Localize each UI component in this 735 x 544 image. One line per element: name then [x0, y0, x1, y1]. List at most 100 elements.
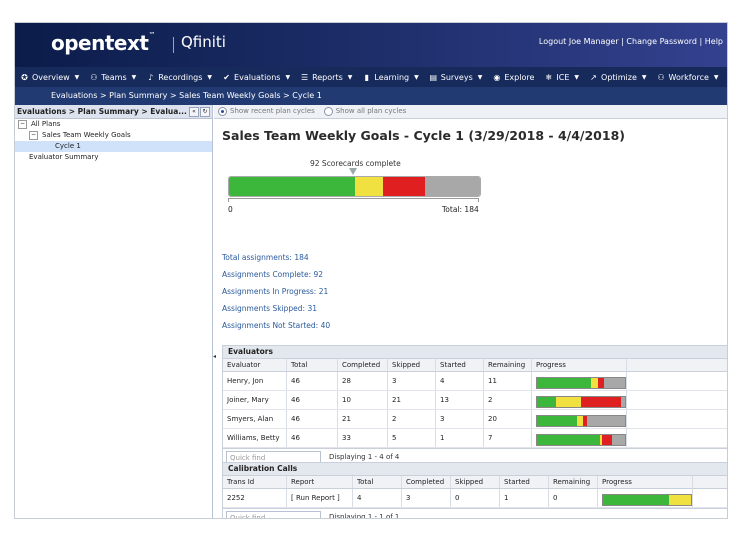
nav-workforce[interactable]: ⚇ Workforce ▼ — [652, 73, 724, 82]
main-content: Show recent plan cycles Show all plan cy… — [214, 105, 727, 518]
left-panel-header: Evaluations > Plan Summary > Evalua... «… — [15, 105, 212, 119]
progress-pointer-icon — [349, 168, 357, 175]
table-row[interactable]: Henry, Jon 46 28 3 4 11 — [223, 372, 727, 391]
nav-evaluations[interactable]: ✔ Evaluations ▼ — [217, 73, 295, 82]
compass-icon: ✪ — [21, 72, 28, 82]
col-report[interactable]: Report — [287, 476, 353, 488]
chat-icon: ▤ — [429, 72, 438, 82]
nav-ice[interactable]: ❄ ICE ▼ — [539, 73, 584, 82]
col-started[interactable]: Started — [436, 359, 484, 371]
tree-item-cycle-1[interactable]: Cycle 1 — [15, 141, 212, 152]
summary-segment-not-started — [425, 177, 480, 196]
show-recent-option[interactable]: Show recent plan cycles — [218, 106, 315, 116]
scorecards-complete-label: 92 Scorecards complete — [310, 159, 401, 168]
nav-surveys[interactable]: ▤ Surveys ▼ — [424, 73, 488, 82]
scale-total-label: Total: 184 — [442, 205, 479, 214]
table-row[interactable]: Joiner, Mary 46 10 21 13 2 — [223, 391, 727, 410]
progress-segment-completed — [537, 377, 591, 388]
collapse-toggle-icon[interactable]: − — [29, 130, 38, 140]
ice-icon: ❄ — [545, 72, 553, 82]
progress-segment-started — [590, 377, 599, 388]
tree-item-all-plans[interactable]: − All Plans — [15, 119, 212, 130]
nav-optimize[interactable]: ↗ Optimize ▼ — [584, 73, 652, 82]
nav-recordings[interactable]: ♪ Recordings ▼ — [141, 73, 217, 82]
col-remaining[interactable]: Remaining — [549, 476, 598, 488]
col-started[interactable]: Started — [500, 476, 549, 488]
summary-progress-bar — [228, 176, 481, 197]
top-links: Logout Joe Manager | Change Password | H… — [538, 37, 723, 46]
col-trans-id[interactable]: Trans Id — [223, 476, 287, 488]
table-row[interactable]: Smyers, Alan 46 21 2 3 20 — [223, 410, 727, 429]
main-nav: ✪ Overview ▼ ⚇ Teams ▼ ♪ Recordings ▼ ✔ Evaluat… — [15, 67, 727, 87]
row-progress-bar — [602, 493, 692, 506]
progress-segment-completed — [603, 494, 669, 505]
progress-segment-completed — [537, 434, 601, 445]
nav-reports[interactable]: ☰ Reports ▼ — [295, 73, 357, 82]
nav-teams[interactable]: ⚇ Teams ▼ — [84, 73, 141, 82]
book-icon: ▮ — [364, 72, 370, 82]
microphone-icon: ♪ — [148, 72, 154, 82]
col-evaluator[interactable]: Evaluator — [223, 359, 287, 371]
nav-learning[interactable]: ▮ Learning ▼ — [357, 73, 423, 82]
nav-overview[interactable]: ✪ Overview ▼ — [15, 73, 84, 82]
evaluators-header-row: Evaluator Total Completed Skipped Starte… — [223, 359, 727, 372]
change-password-link[interactable]: Change Password — [626, 37, 697, 46]
plan-tree: − All Plans − Sales Team Weekly Goals Cycl… — [15, 119, 212, 163]
people-icon: ⚇ — [90, 72, 98, 82]
scale-tick-start — [228, 198, 229, 202]
stat-assignments-in-progress[interactable]: Assignments In Progress: 21 — [222, 287, 330, 304]
progress-segment-started — [669, 494, 691, 505]
summary-segment-skipped — [383, 177, 426, 196]
progress-segment-started — [556, 396, 581, 407]
col-skipped[interactable]: Skipped — [388, 359, 436, 371]
opentext-logo: opentext™ — [51, 31, 155, 55]
col-total[interactable]: Total — [287, 359, 338, 371]
col-remaining[interactable]: Remaining — [484, 359, 532, 371]
stat-assignments-complete[interactable]: Assignments Complete: 92 — [222, 270, 330, 287]
progress-segment-completed — [537, 396, 557, 407]
col-progress[interactable]: Progress — [598, 476, 693, 488]
quick-find-input[interactable]: Quick find — [226, 511, 321, 518]
collapse-toggle-icon[interactable]: − — [18, 119, 27, 129]
stat-assignments-skipped[interactable]: Assignments Skipped: 31 — [222, 304, 330, 321]
nav-explore[interactable]: ◉ Explore — [487, 73, 539, 82]
breadcrumb: Evaluations > Plan Summary > Sales Team … — [15, 87, 727, 105]
evaluators-rows: Henry, Jon 46 28 3 4 11 Joiner, Mary 46 … — [223, 372, 727, 448]
scale-tick-end — [478, 198, 479, 202]
product-name: Qfiniti — [181, 33, 226, 51]
explore-icon: ◉ — [493, 72, 501, 82]
col-completed[interactable]: Completed — [338, 359, 388, 371]
row-progress-bar — [536, 376, 626, 389]
stat-assignments-not-started[interactable]: Assignments Not Started: 40 — [222, 321, 330, 338]
cycle-options: Show recent plan cycles Show all plan cy… — [214, 105, 727, 119]
checkmark-icon: ✔ — [223, 72, 230, 82]
calibration-header-row: Trans Id Report Total Completed Skipped … — [223, 476, 727, 489]
scale-zero-label: 0 — [228, 205, 233, 214]
show-all-option[interactable]: Show all plan cycles — [323, 106, 406, 116]
col-skipped[interactable]: Skipped — [451, 476, 500, 488]
table-row[interactable]: Williams, Betty 46 33 5 1 7 — [223, 429, 727, 448]
radio-selected-icon[interactable] — [218, 106, 227, 116]
help-link[interactable]: Help — [705, 37, 723, 46]
table-row[interactable]: 2252 [ Run Report ] 4 3 0 1 0 — [223, 489, 727, 508]
stat-total-assignments[interactable]: Total assignments: 184 — [222, 253, 330, 270]
progress-segment-skipped — [580, 396, 622, 407]
col-total[interactable]: Total — [353, 476, 402, 488]
tree-item-evaluator-summary[interactable]: Evaluator Summary — [15, 152, 212, 163]
scale-line — [228, 198, 479, 199]
logo-separator — [173, 37, 174, 53]
col-completed[interactable]: Completed — [402, 476, 451, 488]
paging-info: Displaying 1 - 1 of 1 — [329, 513, 400, 519]
logout-link[interactable]: Logout Joe Manager — [539, 37, 619, 46]
summary-segment-in-progress — [354, 177, 384, 196]
evaluators-grid: Evaluators Evaluator Total Completed Ski… — [222, 345, 727, 466]
refresh-panel-button[interactable]: ↻ — [200, 107, 210, 117]
col-progress[interactable]: Progress — [532, 359, 627, 371]
radio-icon[interactable] — [323, 106, 333, 116]
collapse-panel-button[interactable]: « — [189, 107, 199, 117]
app-window: opentext™ Qfiniti Logout Joe Manager | C… — [14, 22, 728, 519]
tree-item-sales-team-weekly-goals[interactable]: − Sales Team Weekly Goals — [15, 130, 212, 141]
progress-segment-remaining — [603, 377, 625, 388]
assignment-stats: Total assignments: 184 Assignments Compl… — [222, 253, 330, 338]
run-report-link[interactable]: [ Run Report ] — [287, 489, 353, 507]
